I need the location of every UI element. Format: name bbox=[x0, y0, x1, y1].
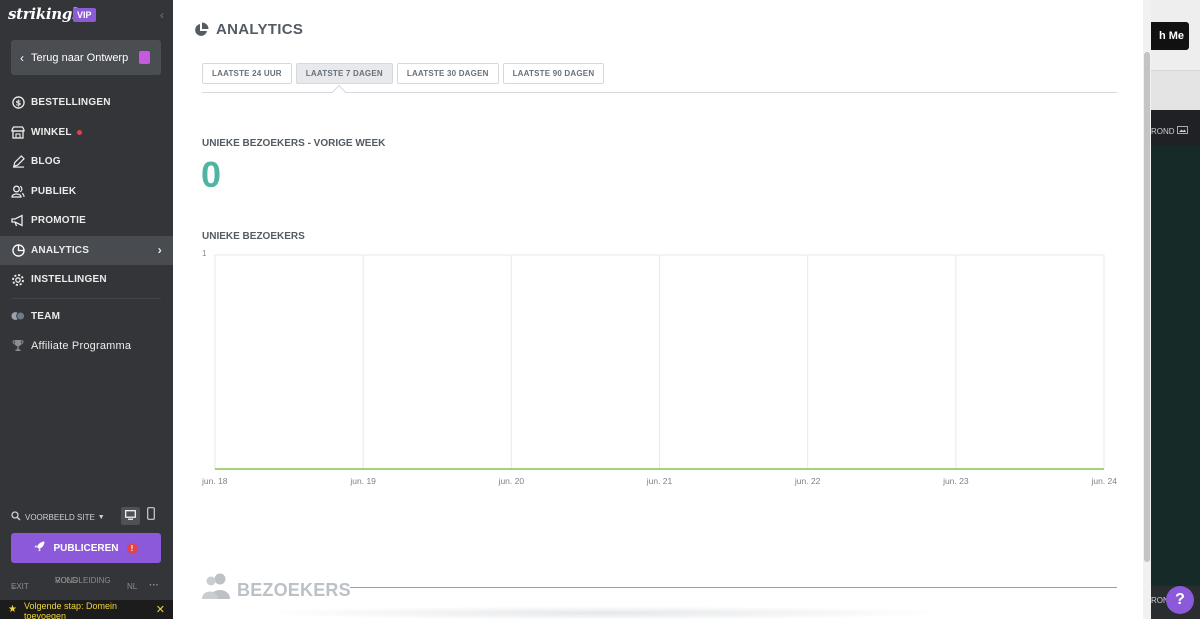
match-me-button[interactable]: h Me bbox=[1151, 22, 1189, 50]
preview-site-label: VOORBEELD SITE bbox=[25, 512, 95, 522]
preview-site-dropdown[interactable]: VOORBEELD SITE ▼ bbox=[11, 511, 105, 523]
desktop-icon bbox=[125, 507, 136, 525]
x-tick-label: jun. 20 bbox=[498, 476, 525, 486]
page-title: ANALYTICS bbox=[193, 21, 303, 38]
x-tick-label: jun. 18 bbox=[201, 476, 228, 486]
chevron-right-icon: › bbox=[157, 243, 162, 258]
visitors-section-title: BEZOEKERS bbox=[237, 580, 351, 600]
team-avatars-icon bbox=[11, 309, 25, 323]
sidebar-item-label: BESTELLINGEN bbox=[31, 97, 111, 109]
publish-label: PUBLICEREN bbox=[53, 542, 119, 554]
section-divider bbox=[350, 587, 1117, 588]
users-icon bbox=[202, 573, 230, 599]
sidebar-item-label: PUBLIEK bbox=[31, 185, 77, 197]
publish-button[interactable]: PUBLICEREN ! bbox=[11, 533, 161, 563]
x-tick-label: jun. 24 bbox=[1090, 476, 1117, 486]
x-tick-label: jun. 19 bbox=[349, 476, 376, 486]
unique-visitors-last-week-label: UNIEKE BEZOEKERS - VORIGE WEEK bbox=[202, 138, 386, 149]
caret-down-icon: ▼ bbox=[97, 513, 105, 521]
page-title-text: ANALYTICS bbox=[216, 21, 304, 38]
sidebar-item-affiliate[interactable]: Affiliate Programma bbox=[0, 331, 173, 361]
sidebar-item-blog[interactable]: BLOG bbox=[0, 147, 173, 177]
search-icon bbox=[11, 511, 21, 523]
sidebar-item-instellingen[interactable]: INSTELLINGEN bbox=[0, 265, 173, 295]
rocket-icon bbox=[34, 541, 45, 555]
y-tick-label: 1 bbox=[202, 249, 207, 258]
warning-badge: ! bbox=[126, 542, 138, 554]
background-label-text: ROND bbox=[1151, 127, 1175, 136]
mobile-icon bbox=[147, 507, 155, 525]
analytics-panel: ANALYTICS LAATSTE 24 UUR LAATSTE 7 DAGEN… bbox=[173, 0, 1151, 619]
chevron-left-icon: ‹ bbox=[20, 50, 24, 65]
sidebar-item-label: WINKEL bbox=[31, 126, 72, 138]
pie-chart-icon bbox=[11, 243, 25, 257]
background-label[interactable]: ROND bbox=[1151, 126, 1188, 136]
next-step-line-2: toevoegen bbox=[24, 611, 67, 619]
back-to-design-button[interactable]: ‹ Terug naar Ontwerp bbox=[11, 40, 161, 75]
visitors-section-header: BEZOEKERS bbox=[202, 572, 1117, 602]
trophy-icon bbox=[11, 339, 25, 353]
scrollbar-thumb[interactable] bbox=[1144, 52, 1150, 562]
table-shadow bbox=[253, 606, 953, 619]
exit-label: EXIT bbox=[11, 582, 29, 591]
x-tick-label: jun. 21 bbox=[646, 476, 673, 486]
scrollbar[interactable] bbox=[1143, 0, 1151, 619]
more-icon[interactable]: ··· bbox=[149, 580, 159, 591]
image-icon bbox=[1176, 126, 1188, 136]
pen-icon bbox=[11, 155, 25, 169]
sidebar-item-analytics[interactable]: ANALYTICS › bbox=[0, 235, 173, 265]
dollar-circle-icon: $ bbox=[11, 96, 25, 110]
next-step-text: Volgende stap: Domein toevoegen bbox=[24, 601, 117, 619]
sidebar-item-winkel[interactable]: WINKEL bbox=[0, 118, 173, 148]
editor-subheader bbox=[1151, 70, 1200, 110]
sidebar-item-publiek[interactable]: PUBLIEK bbox=[0, 177, 173, 207]
sidebar-footer: ← EXIT VOLG RONDLEIDING NL ··· bbox=[0, 575, 173, 597]
x-tick-label: jun. 23 bbox=[942, 476, 969, 486]
chart-title: UNIEKE BEZOEKERS bbox=[202, 231, 305, 242]
sidebar-item-team[interactable]: TEAM bbox=[0, 302, 173, 332]
pie-chart-icon bbox=[195, 22, 209, 36]
sidebar: strikingly VIP ‹ ‹ Terug naar Ontwerp $ … bbox=[0, 0, 173, 619]
tab-30d[interactable]: LAATSTE 30 DAGEN bbox=[396, 63, 499, 84]
tour-label-2: RONDLEIDING bbox=[55, 576, 111, 585]
sidebar-item-label: PROMOTIE bbox=[31, 215, 86, 227]
notification-dot bbox=[76, 129, 82, 135]
page-icon bbox=[139, 51, 150, 64]
desktop-view-toggle[interactable] bbox=[121, 507, 140, 525]
sidebar-item-label: BLOG bbox=[31, 156, 61, 168]
tab-24h[interactable]: LAATSTE 24 UUR bbox=[202, 63, 292, 84]
next-step-line-1: Volgende stap: Domein bbox=[24, 601, 118, 611]
gear-icon bbox=[11, 273, 25, 287]
sidebar-nav: $ BESTELLINGEN WINKEL BLOG PUBLIEK PROMO… bbox=[0, 88, 173, 361]
sidebar-item-label: TEAM bbox=[31, 310, 61, 322]
sidebar-item-label: INSTELLINGEN bbox=[31, 274, 107, 286]
unique-visitors-chart: 1 jun. 18 jun. 19 jun. 20 jun. 21 jun. 22 jun.… bbox=[201, 249, 1117, 486]
sidebar-item-label: ANALYTICS bbox=[31, 244, 90, 256]
sidebar-item-bestellingen[interactable]: $ BESTELLINGEN bbox=[0, 88, 173, 118]
sidebar-item-promotie[interactable]: PROMOTIE bbox=[0, 206, 173, 236]
svg-text:$: $ bbox=[15, 98, 21, 108]
unique-visitors-last-week-value: 0 bbox=[201, 154, 222, 195]
close-icon[interactable]: ✕ bbox=[156, 603, 165, 616]
back-to-design-label: Terug naar Ontwerp bbox=[31, 51, 129, 64]
collapse-sidebar-icon[interactable]: ‹ bbox=[160, 8, 164, 22]
sidebar-item-label: Affiliate Programma bbox=[31, 339, 132, 352]
vip-badge: VIP bbox=[73, 8, 96, 22]
next-step-banner[interactable]: ★ Volgende stap: Domein toevoegen ✕ bbox=[0, 600, 173, 619]
mobile-view-toggle[interactable] bbox=[145, 507, 157, 525]
megaphone-icon bbox=[11, 214, 25, 228]
tab-7d[interactable]: LAATSTE 7 DAGEN bbox=[295, 63, 393, 84]
language-selector[interactable]: NL bbox=[127, 582, 137, 591]
active-tab-pointer bbox=[331, 84, 347, 100]
sidebar-divider bbox=[11, 297, 161, 299]
store-icon bbox=[11, 125, 25, 139]
x-tick-label: jun. 22 bbox=[794, 476, 821, 486]
range-tabs: LAATSTE 24 UUR LAATSTE 7 DAGEN LAATSTE 3… bbox=[202, 63, 608, 84]
star-icon: ★ bbox=[8, 604, 17, 615]
editor-section bbox=[1151, 146, 1200, 586]
users-icon bbox=[11, 184, 25, 198]
help-button[interactable]: ? bbox=[1166, 586, 1194, 614]
tab-90d[interactable]: LAATSTE 90 DAGEN bbox=[502, 63, 605, 84]
